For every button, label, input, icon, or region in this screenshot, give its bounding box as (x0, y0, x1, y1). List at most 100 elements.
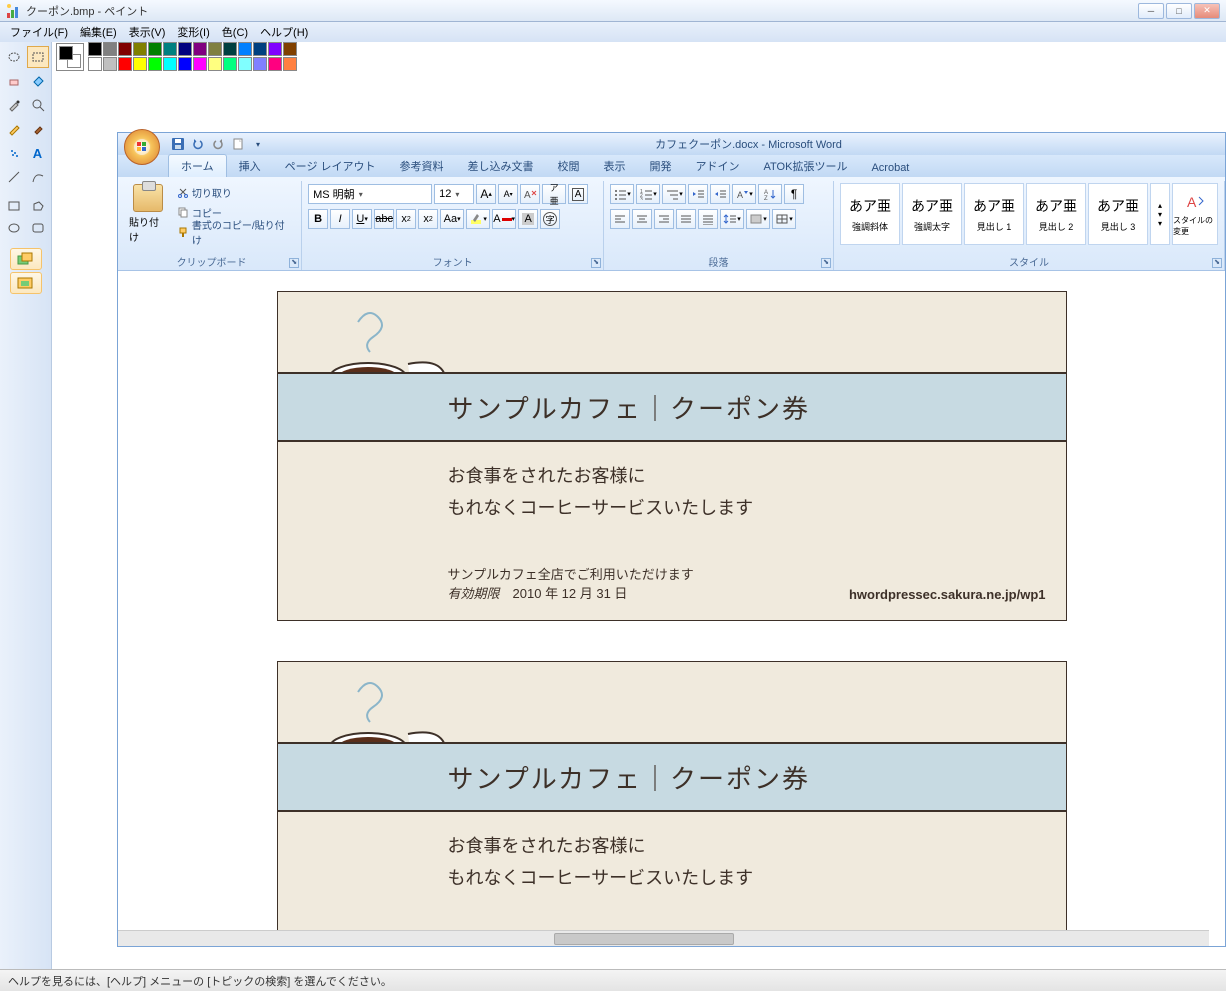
office-button[interactable] (124, 129, 160, 165)
justify-button[interactable] (676, 209, 696, 229)
horizontal-scrollbar[interactable] (118, 930, 1209, 946)
airbrush-tool[interactable] (3, 142, 25, 164)
tab-references[interactable]: 参考資料 (388, 155, 456, 177)
distribute-button[interactable] (698, 209, 718, 229)
increase-indent-button[interactable] (710, 184, 730, 204)
color-swatch[interactable] (283, 57, 297, 71)
style-gallery-item[interactable]: あア亜強調太字 (902, 183, 962, 245)
show-marks-button[interactable]: ¶ (784, 184, 804, 204)
enclose-characters-button[interactable]: 字 (540, 209, 560, 229)
font-color-button[interactable]: A▾ (492, 209, 516, 229)
style-gallery-item[interactable]: あア亜見出し 3 (1088, 183, 1148, 245)
align-left-button[interactable] (610, 209, 630, 229)
tab-atok[interactable]: ATOK拡張ツール (752, 155, 860, 177)
qat-customize-button[interactable]: ▾ (250, 136, 266, 152)
line-tool[interactable] (3, 166, 25, 188)
color-swatch[interactable] (163, 57, 177, 71)
freeform-select-tool[interactable] (3, 46, 25, 68)
tab-home[interactable]: ホーム (168, 154, 227, 177)
minimize-button[interactable]: ─ (1138, 3, 1164, 19)
underline-button[interactable]: U▾ (352, 209, 372, 229)
font-dialog-launcher[interactable]: ⬊ (591, 258, 601, 268)
color-swatch[interactable] (208, 42, 222, 56)
color-swatch[interactable] (88, 57, 102, 71)
qat-redo-button[interactable] (210, 136, 226, 152)
color-swatch[interactable] (118, 57, 132, 71)
tab-view[interactable]: 表示 (592, 155, 638, 177)
dropper-tool[interactable] (3, 94, 25, 116)
menu-help[interactable]: ヘルプ(H) (254, 24, 314, 40)
clear-formatting-button[interactable]: A (520, 184, 540, 204)
color-swatch[interactable] (178, 57, 192, 71)
menu-edit[interactable]: 編集(E) (74, 24, 123, 40)
word-document-area[interactable]: サンプルカフェ｜クーポン券 お食事をされたお客様に もれなくコーヒーサービスいた… (118, 271, 1225, 946)
phonetic-guide-button[interactable]: ア亜 (542, 184, 566, 204)
fill-tool[interactable] (27, 70, 49, 92)
paint-canvas[interactable]: ▾ カフェクーポン.docx - Microsoft Word ホーム 挿入 ペ… (52, 42, 1226, 969)
magnifier-tool[interactable] (27, 94, 49, 116)
color-swatch[interactable] (238, 57, 252, 71)
character-border-button[interactable]: A (568, 184, 588, 204)
grow-font-button[interactable]: A▴ (476, 184, 496, 204)
rounded-rect-tool[interactable] (27, 218, 49, 238)
align-center-button[interactable] (632, 209, 652, 229)
polygon-tool[interactable] (27, 196, 49, 216)
menu-file[interactable]: ファイル(F) (4, 24, 74, 40)
sort-button[interactable]: AZ (758, 184, 782, 204)
scrollbar-thumb[interactable] (554, 933, 734, 945)
italic-button[interactable]: I (330, 209, 350, 229)
font-name-combo[interactable]: MS 明朝▾ (308, 184, 432, 204)
strikethrough-button[interactable]: abc (374, 209, 394, 229)
color-swatch[interactable] (223, 57, 237, 71)
style-gallery-more[interactable]: ▴▾▾ (1150, 183, 1170, 245)
character-shading-button[interactable]: A (518, 209, 538, 229)
color-swatch[interactable] (268, 42, 282, 56)
color-swatch[interactable] (88, 42, 102, 56)
style-gallery-item[interactable]: あア亜見出し 2 (1026, 183, 1086, 245)
text-tool[interactable]: A (27, 142, 49, 164)
color-swatch[interactable] (133, 57, 147, 71)
color-swatch[interactable] (253, 57, 267, 71)
color-swatch[interactable] (223, 42, 237, 56)
line-spacing-button[interactable]: ▾ (720, 209, 744, 229)
color-swatch[interactable] (163, 42, 177, 56)
styles-dialog-launcher[interactable]: ⬊ (1212, 258, 1222, 268)
color-swatch[interactable] (268, 57, 282, 71)
highlight-button[interactable]: ▾ (466, 209, 490, 229)
numbering-button[interactable]: 123▾ (636, 184, 660, 204)
tab-pagelayout[interactable]: ページ レイアウト (273, 155, 388, 177)
paragraph-dialog-launcher[interactable]: ⬊ (821, 258, 831, 268)
color-swatch[interactable] (253, 42, 267, 56)
brush-tool[interactable] (27, 118, 49, 140)
qat-new-button[interactable] (230, 136, 246, 152)
color-swatch[interactable] (103, 57, 117, 71)
color-swatch[interactable] (148, 42, 162, 56)
multilevel-list-button[interactable]: ▾ (662, 184, 686, 204)
tab-acrobat[interactable]: Acrobat (859, 159, 921, 177)
color-swatch[interactable] (103, 42, 117, 56)
color-swatch[interactable] (133, 42, 147, 56)
format-painter-button[interactable]: 書式のコピー/貼り付け (173, 223, 295, 241)
tab-review[interactable]: 校閲 (546, 155, 592, 177)
color-swatch[interactable] (178, 42, 192, 56)
style-gallery-item[interactable]: あア亜強調斜体 (840, 183, 900, 245)
change-case-button[interactable]: Aa▾ (440, 209, 464, 229)
color-swatch[interactable] (208, 57, 222, 71)
align-right-button[interactable] (654, 209, 674, 229)
change-styles-button[interactable]: Aスタイルの変更 (1172, 183, 1218, 245)
shading-button[interactable]: ▾ (746, 209, 770, 229)
maximize-button[interactable]: □ (1166, 3, 1192, 19)
qat-save-button[interactable] (170, 136, 186, 152)
color-swatch[interactable] (238, 42, 252, 56)
color-swatch[interactable] (118, 42, 132, 56)
superscript-button[interactable]: x2 (418, 209, 438, 229)
qat-undo-button[interactable] (190, 136, 206, 152)
color-swatch[interactable] (193, 57, 207, 71)
font-size-combo[interactable]: 12▾ (434, 184, 474, 204)
subscript-button[interactable]: x2 (396, 209, 416, 229)
pencil-tool[interactable] (3, 118, 25, 140)
tab-addins[interactable]: アドイン (684, 155, 752, 177)
bullets-button[interactable]: ▾ (610, 184, 634, 204)
menu-image[interactable]: 変形(I) (171, 24, 215, 40)
rectangle-tool[interactable] (3, 196, 25, 216)
